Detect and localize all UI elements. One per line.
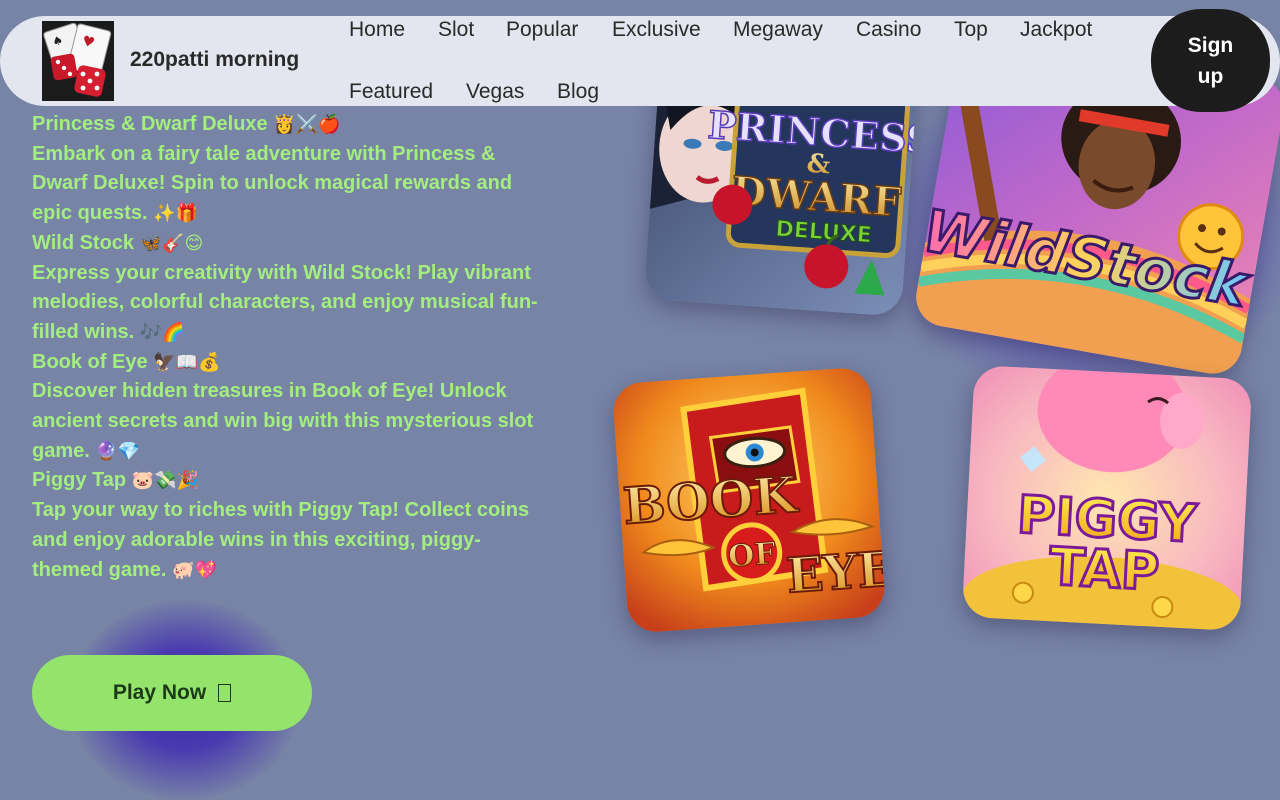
nav-item-home[interactable]: Home bbox=[349, 18, 405, 42]
site-logo[interactable]: ♠ ♥ bbox=[42, 21, 114, 101]
brand-name[interactable]: 220patti morning bbox=[130, 48, 299, 72]
card-title-book: BOOK bbox=[621, 465, 800, 536]
nav-item-vegas[interactable]: Vegas bbox=[466, 80, 524, 104]
game-description: Express your creativity with Wild Stock!… bbox=[32, 259, 552, 348]
description-emoji: ✨🎁 bbox=[153, 203, 198, 225]
game-title-text: Princess & Dwarf Deluxe bbox=[32, 113, 268, 135]
game-description: Embark on a fairy tale adventure with Pr… bbox=[32, 140, 552, 229]
game-title: Wild Stock 🦋🎸😊 bbox=[32, 229, 552, 259]
game-title-text: Piggy Tap bbox=[32, 469, 127, 492]
game-description: Tap your way to riches with Piggy Tap! C… bbox=[32, 496, 552, 585]
nav-item-top[interactable]: Top bbox=[954, 18, 988, 42]
nav-item-casino[interactable]: Casino bbox=[856, 18, 921, 42]
play-now-label: Play Now bbox=[112, 681, 207, 704]
book-of-eye-artwork: BOOK OF EYE bbox=[611, 366, 887, 634]
game-emoji: 👸⚔️🍎 bbox=[273, 114, 341, 135]
play-now-button[interactable]: Play Now bbox=[32, 655, 312, 731]
game-title-text: Book of Eye bbox=[32, 350, 148, 373]
description-emoji: 🎶🌈 bbox=[139, 321, 185, 343]
card-title-eye: EYE bbox=[785, 541, 887, 604]
game-description-text: Embark on a fairy tale adventure with Pr… bbox=[32, 142, 513, 225]
games-description: Princess & Dwarf Deluxe 👸⚔️🍎 Embark on a… bbox=[32, 110, 552, 585]
piggy-tap-artwork: PIGGY TAP bbox=[961, 364, 1253, 632]
game-emoji: 🦅📖💰 bbox=[153, 351, 221, 373]
game-card-piggy-tap[interactable]: PIGGY TAP bbox=[961, 364, 1253, 632]
nav-item-popular[interactable]: Popular bbox=[506, 18, 578, 42]
signup-label-line1: Sign bbox=[1187, 33, 1234, 57]
game-description-text: Express your creativity with Wild Stock!… bbox=[32, 261, 538, 343]
nav-item-slot[interactable]: Slot bbox=[438, 18, 474, 42]
nav-item-megaway[interactable]: Megaway bbox=[733, 18, 823, 42]
game-title: Piggy Tap 🐷💸🎉 bbox=[32, 466, 552, 496]
nav-item-jackpot[interactable]: Jackpot bbox=[1020, 18, 1092, 42]
arrow-icon bbox=[218, 684, 232, 702]
game-description: Discover hidden treasures in Book of Eye… bbox=[32, 377, 552, 466]
signup-button[interactable]: Sign up bbox=[1151, 9, 1270, 112]
description-emoji: 🐖💖 bbox=[172, 559, 217, 581]
game-title: Princess & Dwarf Deluxe 👸⚔️🍎 bbox=[32, 110, 552, 140]
game-title-text: Wild Stock bbox=[32, 231, 135, 254]
game-emoji: 🦋🎸😊 bbox=[139, 232, 204, 254]
nav-item-exclusive[interactable]: Exclusive bbox=[612, 18, 701, 42]
game-title: Book of Eye 🦅📖💰 bbox=[32, 348, 552, 378]
description-emoji: 🔮💎 bbox=[95, 440, 141, 462]
card-title-of: OF bbox=[727, 536, 777, 574]
nav-item-blog[interactable]: Blog bbox=[557, 80, 599, 104]
signup-label-line2: up bbox=[1197, 64, 1224, 88]
game-description-text: Tap your way to riches with Piggy Tap! C… bbox=[32, 499, 530, 581]
dice-cards-logo-icon: ♠ ♥ bbox=[42, 21, 114, 101]
game-card-book-of-eye[interactable]: BOOK OF EYE bbox=[611, 366, 887, 634]
card-title-tap: TAP bbox=[1048, 537, 1161, 603]
nav-item-featured[interactable]: Featured bbox=[349, 80, 433, 104]
game-emoji: 🐷💸🎉 bbox=[131, 470, 199, 492]
